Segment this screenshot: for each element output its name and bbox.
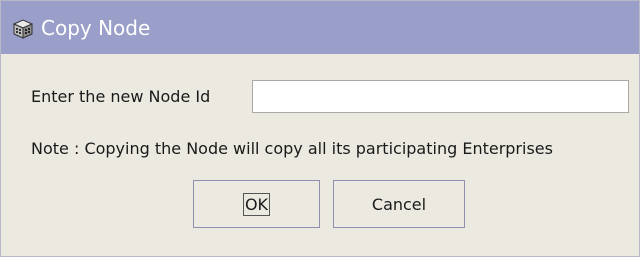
title-bar: Copy Node [1, 1, 639, 54]
ok-button-label: OK [242, 192, 271, 216]
ok-button[interactable]: OK [193, 180, 320, 228]
node-id-label: Enter the new Node Id [31, 87, 211, 106]
cancel-button[interactable]: Cancel [333, 180, 465, 228]
cancel-button-label: Cancel [371, 194, 427, 214]
node-id-input[interactable] [252, 80, 629, 113]
building-icon [11, 16, 35, 40]
dialog-content: Enter the new Node Id Note : Copying the… [1, 54, 639, 258]
copy-node-dialog: Copy Node Enter the new Node Id Note : C… [0, 0, 640, 257]
copy-note: Note : Copying the Node will copy all it… [31, 139, 553, 158]
dialog-title: Copy Node [41, 15, 151, 40]
